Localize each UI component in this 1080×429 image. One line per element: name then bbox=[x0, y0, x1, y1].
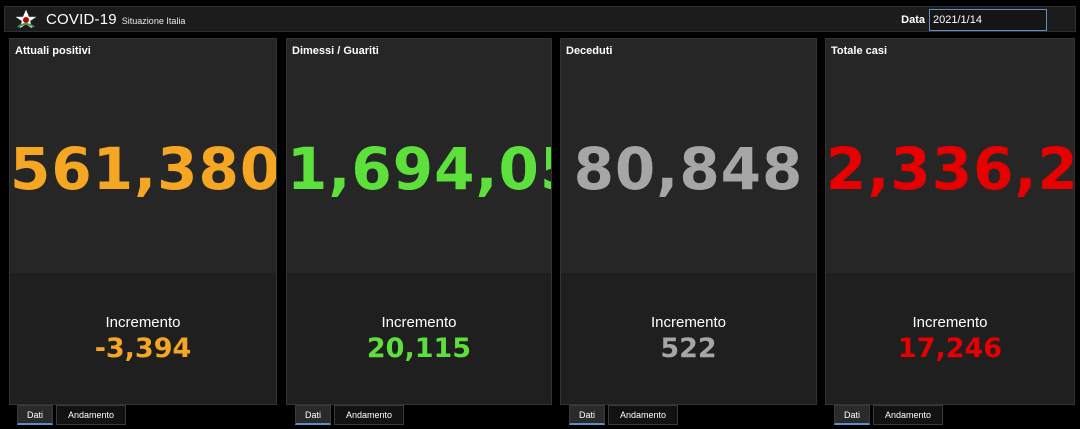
panel-totale-casi: Totale casi 2,336,279 Incremento 17,246 bbox=[825, 38, 1075, 405]
panel-attuali-positivi: Attuali positivi 561,380 Incremento -3,3… bbox=[9, 38, 277, 405]
tab-bar-dimessi-guariti: Dati Andamento bbox=[295, 405, 404, 425]
increment-value: 17,246 bbox=[897, 333, 1003, 364]
big-value: 2,336,279 bbox=[826, 135, 1075, 203]
tab-andamento[interactable]: Andamento bbox=[608, 405, 678, 425]
panel-title: Totale casi bbox=[831, 45, 888, 57]
increment-label: Incremento bbox=[381, 314, 457, 331]
panel-title: Dimessi / Guariti bbox=[292, 45, 379, 57]
tab-dati[interactable]: Dati bbox=[17, 405, 53, 425]
big-value: 561,380 bbox=[10, 135, 277, 203]
tab-dati[interactable]: Dati bbox=[834, 405, 870, 425]
app-header: COVID-19 Situazione Italia Data bbox=[4, 6, 1076, 32]
date-input[interactable] bbox=[929, 9, 1047, 31]
tab-bar-deceduti: Dati Andamento bbox=[569, 405, 678, 425]
increment-value: 522 bbox=[660, 333, 717, 364]
italian-emblem-icon bbox=[15, 9, 37, 29]
increment-value: 20,115 bbox=[366, 333, 472, 364]
tab-andamento[interactable]: Andamento bbox=[873, 405, 943, 425]
panel-title: Attuali positivi bbox=[15, 45, 91, 57]
big-value: 80,848 bbox=[573, 135, 804, 203]
tab-dati[interactable]: Dati bbox=[295, 405, 331, 425]
panel-title: Deceduti bbox=[566, 45, 613, 57]
date-label: Data bbox=[901, 14, 925, 26]
date-picker: Data bbox=[901, 9, 1047, 31]
big-value: 1,694,051 bbox=[287, 135, 551, 203]
app-title: COVID-19 bbox=[46, 10, 117, 28]
tab-bar-attuali-positivi: Dati Andamento bbox=[17, 405, 126, 425]
tab-bar-totale-casi: Dati Andamento bbox=[834, 405, 943, 425]
increment-label: Incremento bbox=[650, 314, 727, 331]
increment-label: Incremento bbox=[912, 314, 988, 331]
app-subtitle: Situazione Italia bbox=[121, 16, 186, 26]
increment-label: Incremento bbox=[105, 314, 181, 331]
tab-dati[interactable]: Dati bbox=[569, 405, 605, 425]
tab-andamento[interactable]: Andamento bbox=[334, 405, 404, 425]
increment-value: -3,394 bbox=[94, 333, 192, 364]
panel-deceduti: Deceduti 80,848 Incremento 522 bbox=[560, 38, 817, 405]
tab-andamento[interactable]: Andamento bbox=[56, 405, 126, 425]
panel-dimessi-guariti: Dimessi / Guariti 1,694,051 Incremento 2… bbox=[286, 38, 552, 405]
